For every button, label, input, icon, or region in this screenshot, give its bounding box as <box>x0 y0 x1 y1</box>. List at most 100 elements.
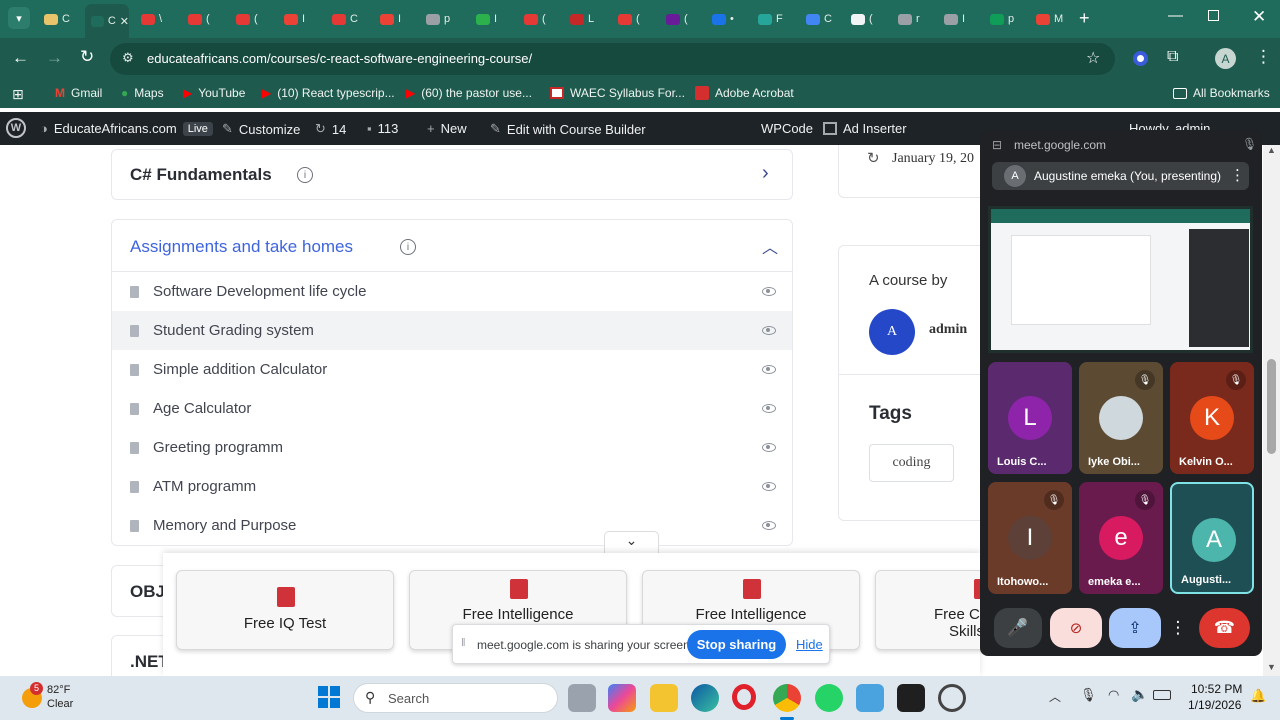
chevron-up-icon[interactable]: ︿ <box>762 234 778 258</box>
tray-chevron-icon[interactable]: ︿ <box>1049 688 1061 705</box>
collapse-ads-tab[interactable]: ⌄ <box>604 531 659 555</box>
address-bar[interactable]: ⚙ educateafricans.com/courses/c-react-so… <box>110 43 1115 75</box>
menu-kebab-icon[interactable]: ⋮ <box>1255 47 1272 67</box>
battery-icon[interactable] <box>1153 690 1171 700</box>
browser-tab[interactable]: C <box>800 7 842 31</box>
settings-gear-icon[interactable] <box>938 684 966 712</box>
opera-icon[interactable] <box>732 684 756 710</box>
start-windows-icon[interactable] <box>318 686 340 708</box>
participant-tile[interactable]: Iyke Obi... 🎙 <box>1079 362 1163 474</box>
browser-tab[interactable]: I <box>278 7 320 31</box>
section-csharp-fundamentals[interactable]: C# Fundamentals i › <box>111 149 793 200</box>
back-arrow-icon[interactable]: ← <box>12 48 29 68</box>
eye-icon[interactable] <box>762 404 776 413</box>
close-tab-icon[interactable]: ✕ <box>120 15 129 28</box>
participant-tile[interactable]: A Augusti... <box>1170 482 1254 594</box>
browser-tab[interactable]: C <box>326 7 368 31</box>
browser-tab[interactable]: ( <box>230 7 272 31</box>
bookmark-adobe[interactable]: Adobe Acrobat <box>695 86 794 100</box>
browser-tab[interactable]: ( <box>612 7 654 31</box>
lesson-item[interactable]: Software Development life cycle <box>112 272 792 311</box>
browser-tab[interactable]: \ <box>135 7 177 31</box>
promo-iq-test[interactable]: Free IQ Test <box>176 570 394 650</box>
apps-grid-icon[interactable]: ⊞ <box>12 86 24 103</box>
eye-icon[interactable] <box>762 365 776 374</box>
puzzle-icon[interactable]: ⧉ <box>1167 48 1178 66</box>
browser-tab[interactable]: ( <box>182 7 224 31</box>
leave-call-button[interactable]: ☎ <box>1199 608 1250 648</box>
browser-tab[interactable]: p <box>984 7 1026 31</box>
chrome-icon[interactable] <box>773 684 801 712</box>
browser-tab[interactable]: ( <box>845 7 887 31</box>
info-icon[interactable]: i <box>297 167 313 183</box>
reload-icon[interactable]: ↻ <box>80 47 94 67</box>
stop-sharing-button[interactable]: Stop sharing <box>687 630 786 659</box>
bookmark-react-typescript[interactable]: ▶ (10) React typescrip... <box>262 86 395 100</box>
more-options-button[interactable]: ⋮ <box>1170 608 1187 648</box>
forward-arrow-icon[interactable]: → <box>46 48 63 68</box>
eye-icon[interactable] <box>762 443 776 452</box>
eye-icon[interactable] <box>762 287 776 296</box>
browser-tab[interactable]: C ✕ <box>85 4 129 38</box>
copilot-icon[interactable] <box>608 684 636 712</box>
drag-handle-icon[interactable]: ‖ <box>461 637 466 649</box>
maximize-button[interactable] <box>1208 10 1219 21</box>
task-view-icon[interactable] <box>568 684 596 712</box>
wp-edit-builder-link[interactable]: ✎ Edit with Course Builder <box>490 121 646 137</box>
browser-tab[interactable]: F <box>752 7 794 31</box>
info-icon[interactable]: i <box>400 239 416 255</box>
browser-tab[interactable]: ( <box>660 7 702 31</box>
scroll-down-arrow-icon[interactable]: ▼ <box>1267 662 1276 672</box>
wordpress-logo-icon[interactable]: W <box>6 118 26 138</box>
browser-tab[interactable]: • <box>706 7 748 31</box>
whatsapp-icon[interactable] <box>815 684 843 712</box>
wp-wpcode-link[interactable]: WPCode <box>761 121 813 136</box>
more-options-icon[interactable]: ⋮ <box>1230 166 1245 184</box>
participant-tile[interactable]: e emeka e... 🎙 <box>1079 482 1163 594</box>
resize-icon[interactable]: ⊟ <box>992 138 1002 152</box>
close-window-button[interactable]: ✕ <box>1252 7 1266 27</box>
section-header[interactable]: Assignments and take homes i ︿ <box>112 220 792 272</box>
browser-tab[interactable]: C <box>38 7 80 31</box>
participant-tile[interactable]: I Itohowo... 🎙 <box>988 482 1072 594</box>
bookmark-star-icon[interactable]: ☆ <box>1086 48 1100 68</box>
lesson-item[interactable]: Greeting programm <box>112 428 792 467</box>
bookmark-maps[interactable]: ● Maps <box>121 86 164 100</box>
weather-widget[interactable]: 5 82°F Clear <box>22 682 112 716</box>
scroll-up-arrow-icon[interactable]: ▲ <box>1267 145 1276 155</box>
browser-tab[interactable]: r <box>892 7 934 31</box>
scrollbar-thumb[interactable] <box>1267 359 1276 454</box>
browser-tab[interactable]: I <box>938 7 980 31</box>
chevron-right-icon[interactable]: › <box>762 162 769 185</box>
wp-new-link[interactable]: + New <box>427 121 467 136</box>
volume-icon[interactable]: 🔈 <box>1131 686 1148 703</box>
participant-tile[interactable]: L Louis C... <box>988 362 1072 474</box>
browser-tab[interactable]: M <box>1030 7 1072 31</box>
bookmark-waec[interactable]: WAEC Syllabus For... <box>550 86 685 100</box>
tray-mic-icon[interactable]: 🎙 <box>1080 687 1097 703</box>
app-cube-icon[interactable] <box>897 684 925 712</box>
browser-tab[interactable]: L <box>564 7 606 31</box>
page-scrollbar[interactable]: ▲ ▼ <box>1263 145 1280 676</box>
eye-icon[interactable] <box>762 326 776 335</box>
eye-icon[interactable] <box>762 482 776 491</box>
participant-tile[interactable]: K Kelvin O... 🎙 <box>1170 362 1254 474</box>
author-avatar[interactable]: A <box>869 309 915 355</box>
tag-coding[interactable]: coding <box>869 444 954 482</box>
minimize-button[interactable]: — <box>1168 7 1183 24</box>
wp-customize-link[interactable]: ✎ Customize <box>222 121 300 137</box>
browser-tab[interactable]: I <box>470 7 512 31</box>
lesson-item[interactable]: Student Grading system <box>112 311 792 350</box>
file-explorer-icon[interactable] <box>650 684 678 712</box>
wifi-icon[interactable]: ◠ <box>1108 687 1119 703</box>
extension-icon[interactable] <box>1133 51 1148 66</box>
browser-tab[interactable]: I <box>374 7 416 31</box>
lesson-item[interactable]: Memory and Purpose <box>112 506 792 545</box>
wp-updates-link[interactable]: ↻ 14 <box>315 121 346 137</box>
lesson-item[interactable]: Age Calculator <box>112 389 792 428</box>
hide-link[interactable]: Hide <box>796 637 823 652</box>
lesson-item[interactable]: ATM programm <box>112 467 792 506</box>
wp-comments-link[interactable]: ▪ 113 <box>367 121 398 136</box>
profile-avatar[interactable]: A <box>1215 48 1236 69</box>
browser-tab[interactable]: p <box>420 7 462 31</box>
